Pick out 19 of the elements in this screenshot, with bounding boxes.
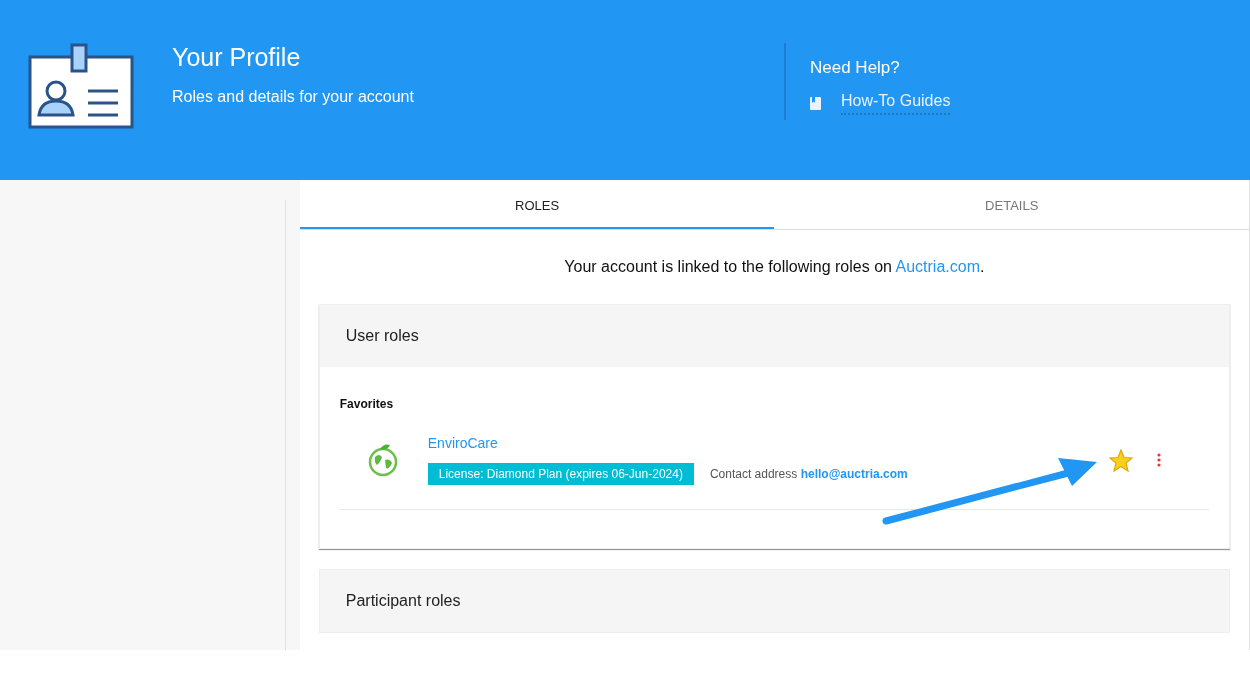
panel-title: Participant roles: [345, 592, 461, 609]
group-title: Favorites: [339, 397, 395, 411]
help-title: Need Help?: [810, 58, 901, 78]
intro-text: Your account is linked to the following roles on Auctria.com.: [563, 258, 986, 276]
tab[interactable]: ROLES: [299, 180, 775, 229]
site-link[interactable]: Auctria.com: [895, 258, 980, 275]
page-subtitle: Roles and details for your account: [172, 88, 415, 106]
page-title: Your Profile: [172, 43, 302, 72]
id-card-icon: [28, 43, 134, 129]
favorite-star-icon[interactable]: [1109, 448, 1133, 472]
role-name-link[interactable]: EnviroCare: [427, 435, 1109, 451]
more-menu-icon[interactable]: [1157, 453, 1161, 467]
guides-link[interactable]: How-To Guides: [841, 92, 951, 115]
tab[interactable]: DETAILS: [774, 180, 1249, 229]
email-link[interactable]: hello@auctria.com: [800, 467, 908, 481]
book-icon: [810, 97, 821, 110]
contact-text: Contact address hello@auctria.com: [709, 467, 908, 481]
panel-title: User roles: [345, 327, 419, 344]
license-badge: License: Diamond Plan (expires 06-Jun-2024): [427, 463, 694, 485]
